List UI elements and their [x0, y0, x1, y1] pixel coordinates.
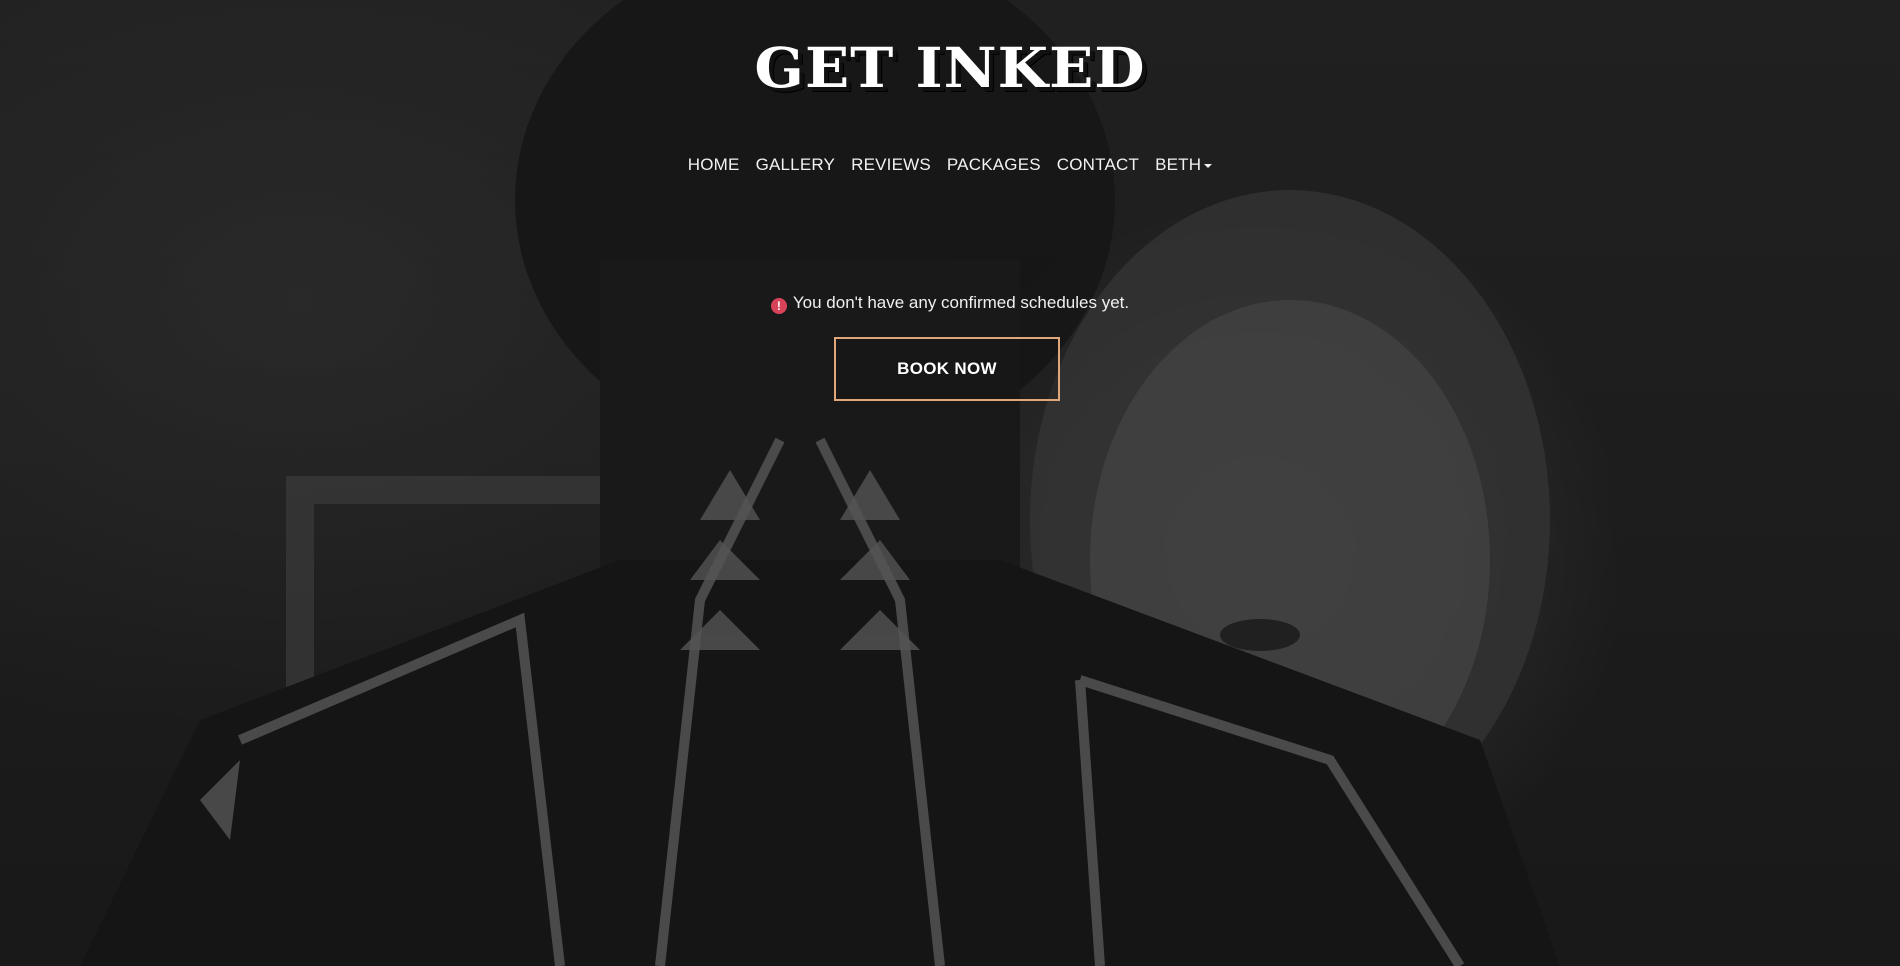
user-name-label: BETH [1155, 155, 1202, 174]
caret-down-icon [1204, 163, 1213, 168]
notice-text: You don't have any confirmed schedules y… [792, 293, 1130, 312]
nav-reviews[interactable]: REVIEWS [843, 155, 939, 175]
main-nav: HOME GALLERY REVIEWS PACKAGES CONTACT BE… [0, 155, 1900, 175]
schedule-notice: ! You don't have any confirmed schedules … [0, 293, 1900, 314]
book-now-button[interactable]: BOOK NOW [834, 337, 1060, 401]
site-logo[interactable]: GET INKED [754, 36, 1145, 101]
nav-packages[interactable]: PACKAGES [939, 155, 1049, 175]
nav-contact[interactable]: CONTACT [1049, 155, 1147, 175]
exclamation-circle-icon: ! [770, 298, 787, 314]
nav-gallery[interactable]: GALLERY [748, 155, 844, 175]
nav-user-dropdown[interactable]: BETH [1147, 155, 1220, 175]
dark-overlay [0, 0, 1900, 966]
nav-home[interactable]: HOME [680, 155, 748, 175]
hero-section: GET INKED HOME GALLERY REVIEWS PACKAGES … [0, 0, 1900, 966]
site-header: GET INKED [0, 0, 1900, 102]
